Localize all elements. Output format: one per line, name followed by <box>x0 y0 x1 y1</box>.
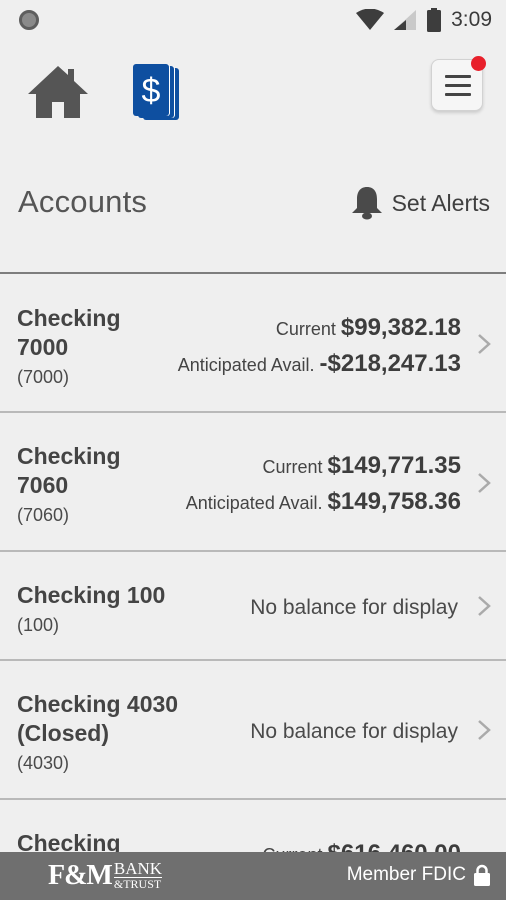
accounts-button[interactable]: $ <box>131 62 183 122</box>
anticipated-value: $149,758.36 <box>327 488 461 515</box>
account-row[interactable]: Checking 4030 (Closed) (4030) No balance… <box>0 661 506 800</box>
chevron-right-icon <box>478 596 491 616</box>
status-time: 3:09 <box>451 8 492 31</box>
account-name-line: Checking 4030 <box>17 691 179 717</box>
svg-text:$: $ <box>142 72 161 110</box>
battery-icon <box>427 8 442 32</box>
account-number: (4030) <box>17 753 70 773</box>
current-value: $149,771.35 <box>327 452 461 479</box>
anticipated-balance: Anticipated Avail. $149,758.36 <box>186 488 461 516</box>
account-name: Checking 7000 <box>17 304 121 362</box>
anticipated-balance: Anticipated Avail. -$218,247.13 <box>178 350 461 378</box>
account-name: Checking 4030 (Closed) <box>17 690 178 748</box>
set-alerts-label: Set Alerts <box>391 189 490 216</box>
anticipated-value: -$218,247.13 <box>319 350 461 377</box>
top-nav-bar: $ <box>0 50 506 140</box>
no-balance-text: No balance for display <box>250 720 458 743</box>
member-fdic: Member FDIC <box>347 864 490 886</box>
account-name-line: Checking <box>17 305 121 331</box>
account-name-line: Checking <box>17 443 121 469</box>
bank-logo: F&M BANK &TRUST <box>48 859 163 891</box>
account-row[interactable]: Checking 7060 (7060) Current $149,771.35… <box>0 413 506 552</box>
current-value: $99,382.18 <box>340 314 461 341</box>
account-number: (7000) <box>17 367 70 387</box>
status-icons: 3:09 <box>356 6 492 34</box>
menu-notification-badge <box>471 56 486 71</box>
accounts-list: Checking 7000 (7000) Current $99,382.18 … <box>0 272 506 880</box>
account-number: (7060) <box>17 505 70 525</box>
account-row[interactable]: Checking 7000 (7000) Current $99,382.18 … <box>0 274 506 413</box>
account-name-line: Checking 100 <box>17 582 166 608</box>
current-balance: Current $99,382.18 <box>276 314 461 342</box>
home-icon <box>28 66 88 118</box>
chevron-right-icon <box>478 720 491 740</box>
home-button[interactable] <box>26 64 90 120</box>
notification-dot-icon <box>19 10 39 30</box>
logo-mark: F&M <box>48 859 113 891</box>
menu-button[interactable] <box>431 56 486 111</box>
anticipated-label: Anticipated Avail. <box>177 355 315 375</box>
current-balance: Current $149,771.35 <box>263 452 462 480</box>
account-row[interactable]: Checking 100 (100) No balance for displa… <box>0 552 506 661</box>
page-title: Accounts <box>18 184 148 219</box>
accounts-dollar-icon: $ <box>133 64 179 120</box>
status-bar: 3:09 <box>0 0 506 40</box>
bell-icon <box>351 187 382 220</box>
no-balance-text: No balance for display <box>250 596 458 619</box>
accounts-header: Accounts Set Alerts <box>0 170 506 240</box>
logo-words: BANK &TRUST <box>113 859 163 891</box>
account-name-line: 7000 <box>17 334 69 360</box>
account-name: Checking 7060 <box>17 442 121 500</box>
anticipated-label: Anticipated Avail. <box>185 493 323 513</box>
account-name-line: 7060 <box>17 472 69 498</box>
chevron-right-icon <box>478 334 491 354</box>
lock-icon <box>474 864 490 886</box>
cell-signal-icon <box>394 10 417 30</box>
hamburger-menu-icon <box>445 75 471 102</box>
current-label: Current <box>275 319 336 339</box>
current-label: Current <box>262 457 323 477</box>
logo-word-bank: BANK <box>113 859 163 878</box>
wifi-icon <box>356 9 385 30</box>
account-number: (100) <box>17 615 60 635</box>
set-alerts-button[interactable]: Set Alerts <box>351 186 490 220</box>
member-fdic-label: Member FDIC <box>346 864 466 885</box>
account-name: Checking 100 <box>17 581 165 610</box>
account-name-line: (Closed) <box>17 720 109 746</box>
logo-word-trust: &TRUST <box>113 877 163 891</box>
chevron-right-icon <box>478 473 491 493</box>
footer-bar: F&M BANK &TRUST Member FDIC <box>0 852 506 900</box>
